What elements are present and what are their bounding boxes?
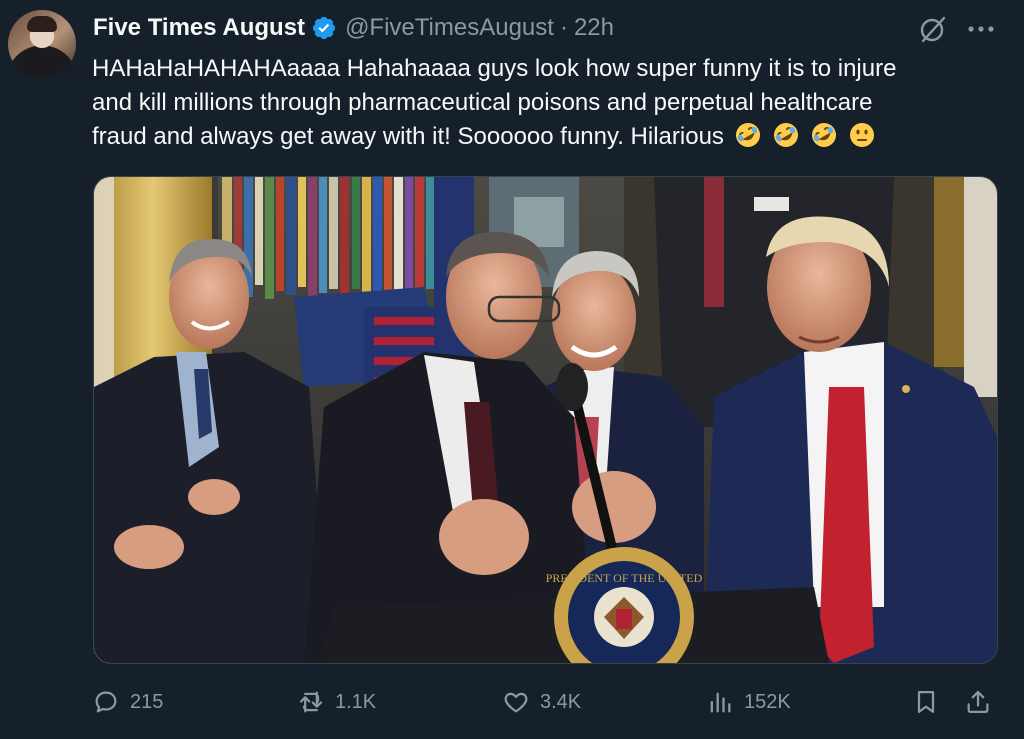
reply-button[interactable]: 215 [92,684,163,720]
action-bar: 215 1.1K 3.4K 152K [92,684,997,720]
reply-count: 215 [130,690,164,713]
seal-text: PRESIDENT OF THE UNITED [546,571,703,585]
tweet-text-line-1: HAHaHaHAHAHAaaaa Hahahaaaa guys look how… [92,55,897,82]
share-icon [967,690,989,714]
neutral-face-emoji-icon [849,123,874,147]
tweet-media-photo[interactable]: PRESIDENT OF THE UNITED [93,176,998,664]
verified-badge-icon[interactable] [311,15,337,41]
retweet-button[interactable]: 1.1K [297,684,376,720]
rofl-emoji-icon [811,123,836,147]
rofl-emoji-icon [773,123,798,147]
more-options-icon[interactable] [966,24,996,34]
photo-scene: PRESIDENT OF THE UNITED [94,177,997,663]
tweet: Five Times August @FiveTimesAugust · 22h… [0,0,1024,739]
rofl-emoji-icon [735,123,760,147]
views-button[interactable]: 152K [706,684,791,720]
retweet-icon [299,691,323,713]
share-button[interactable] [964,684,992,720]
tweet-text: HAHaHaHAHAHAaaaa Hahahaaaa guys look how… [92,52,997,154]
author-handle[interactable]: @FiveTimesAugust [345,14,554,42]
tweet-text-line-3-wrap: fraud and always get away with it! Soooo… [92,120,997,154]
tweet-header: Five Times August @FiveTimesAugust · 22h [93,12,614,44]
author-display-name[interactable]: Five Times August [93,14,305,42]
grok-icon[interactable] [918,14,948,44]
author-avatar[interactable] [8,10,76,78]
reply-icon [95,691,117,713]
avatar-hair [27,16,57,32]
like-button[interactable]: 3.4K [502,684,581,720]
tweet-timestamp[interactable]: 22h [574,14,614,42]
retweet-count: 1.1K [335,690,377,713]
heart-icon [504,692,528,713]
like-count: 3.4K [540,690,582,713]
views-chart-icon [710,692,731,713]
views-count: 152K [744,690,791,713]
header-separator: · [559,14,568,41]
bookmark-icon [917,690,935,714]
bookmark-button[interactable] [912,684,940,720]
tweet-text-line-2: and kill millions through pharmaceutical… [92,89,873,116]
tweet-text-line-3: fraud and always get away with it! Soooo… [92,123,724,150]
